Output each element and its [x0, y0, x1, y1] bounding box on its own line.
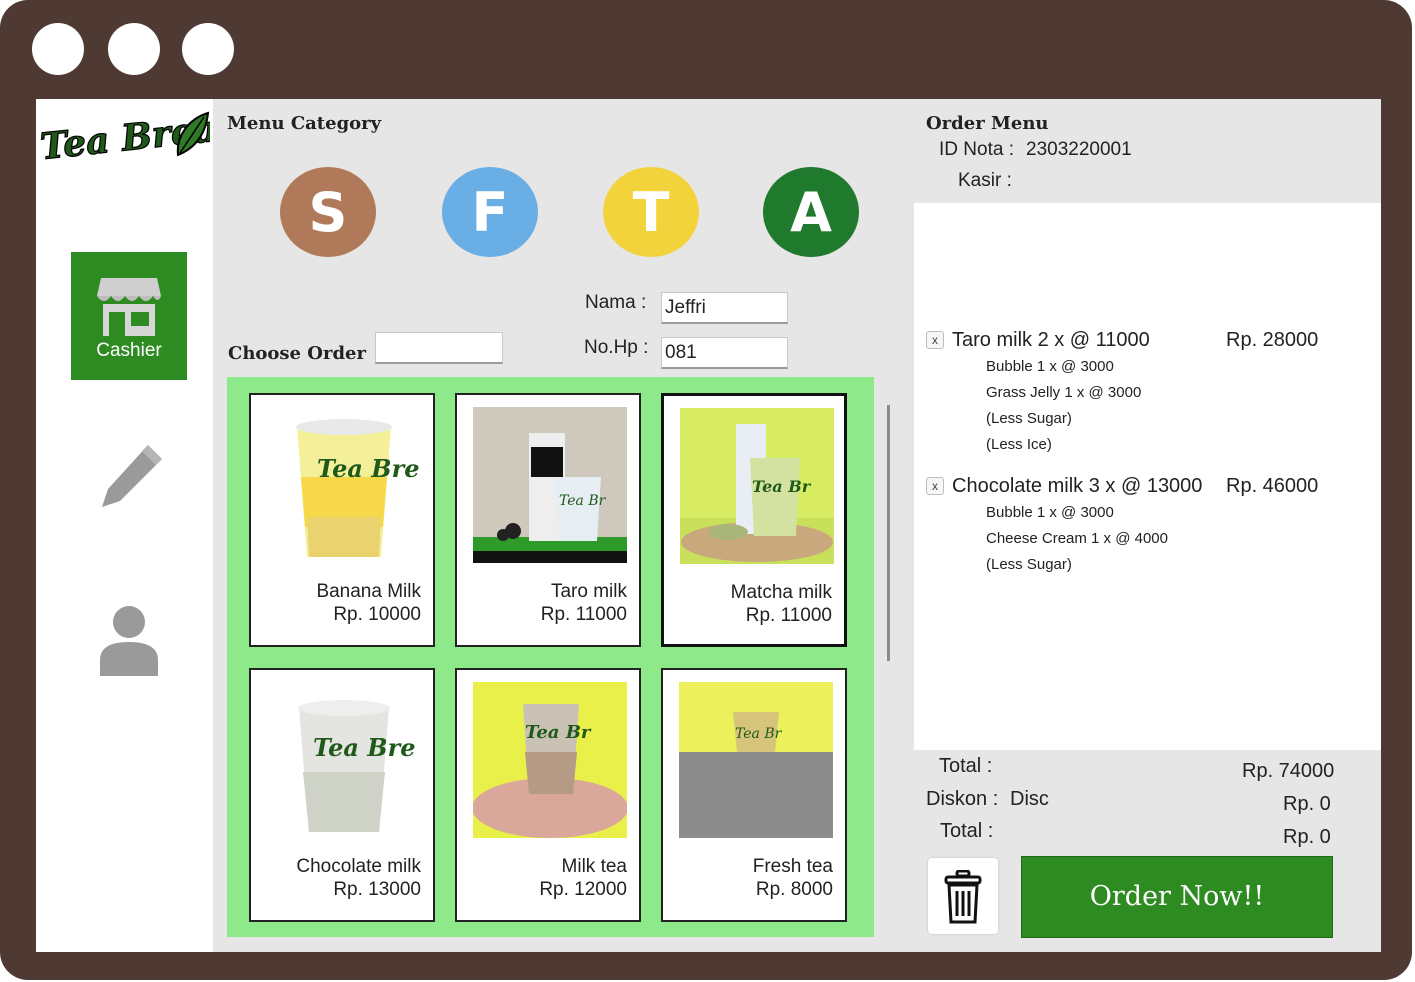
- close-icon: x: [932, 479, 938, 493]
- svg-text:Tea Bre: Tea Bre: [317, 454, 419, 483]
- name-field[interactable]: Jeffri: [661, 292, 788, 324]
- product-card-chocolate-milk[interactable]: Tea Bre Chocolate milk Rp. 13000: [249, 668, 435, 922]
- product-card-milk-tea[interactable]: Tea Br Milk tea Rp. 12000: [455, 668, 641, 922]
- svg-text:Tea Br: Tea Br: [559, 493, 607, 509]
- order-now-button[interactable]: Order Now!!: [1021, 856, 1333, 938]
- id-nota-value: 2303220001: [1026, 139, 1132, 160]
- product-name: Fresh tea: [752, 856, 833, 877]
- order-item-detail: (Less Sugar): [986, 410, 1072, 427]
- chocolate-milk-image: Tea Bre: [267, 682, 421, 838]
- svg-text:T: T: [633, 181, 670, 244]
- category-f-button[interactable]: F: [440, 165, 540, 259]
- order-item-price: Rp. 28000: [1226, 329, 1319, 351]
- product-grid: Tea Bre Banana Milk Rp. 10000 Tea Br Tar…: [227, 377, 874, 937]
- discount-value: Rp. 0: [1283, 793, 1331, 815]
- product-name: Taro milk: [550, 581, 627, 602]
- product-price: Rp. 11000: [745, 605, 832, 626]
- order-item-detail: Bubble 1 x @ 3000: [986, 504, 1114, 521]
- order-menu-title: Order Menu: [926, 113, 1049, 134]
- fresh-tea-image: Tea Br: [679, 682, 833, 838]
- clear-order-button[interactable]: [928, 858, 998, 934]
- product-price: Rp. 12000: [539, 879, 627, 900]
- svg-text:Tea Br: Tea Br: [752, 477, 812, 496]
- order-item-detail: Grass Jelly 1 x @ 3000: [986, 384, 1142, 401]
- category-t-icon: T: [603, 167, 699, 257]
- remove-item-button[interactable]: x: [926, 331, 944, 349]
- taro-milk-image: Tea Br: [473, 407, 627, 563]
- product-card-taro-milk[interactable]: Tea Br Taro milk Rp. 11000: [455, 393, 641, 647]
- nav-cashier[interactable]: Cashier: [71, 252, 187, 380]
- window-dot-3: [182, 23, 234, 75]
- product-card-matcha-milk[interactable]: Tea Br Matcha milk Rp. 11000: [661, 393, 847, 647]
- kasir-label: Kasir :: [958, 170, 1012, 191]
- tea-break-logo: Tea Break: [38, 107, 210, 167]
- order-item-detail: Bubble 1 x @ 3000: [986, 358, 1114, 375]
- svg-text:A: A: [790, 181, 832, 244]
- choose-order-field[interactable]: [375, 332, 503, 364]
- svg-text:Tea Br: Tea Br: [735, 726, 783, 742]
- category-s-button[interactable]: S: [278, 165, 378, 259]
- store-icon: [97, 278, 161, 336]
- product-card-fresh-tea[interactable]: Tea Br Fresh tea Rp. 8000: [661, 668, 847, 922]
- nav-cashier-label: Cashier: [96, 340, 162, 361]
- product-grid-scrollbar[interactable]: [887, 405, 890, 661]
- phone-field[interactable]: 081: [661, 337, 788, 369]
- order-list: x Taro milk 2 x @ 11000 Rp. 28000 Bubble…: [914, 203, 1381, 750]
- product-price: Rp. 13000: [333, 879, 421, 900]
- choose-order-label: Choose Order: [228, 343, 366, 364]
- user-icon[interactable]: [98, 602, 160, 676]
- svg-text:Tea Bre: Tea Bre: [313, 733, 415, 762]
- product-name: Matcha milk: [730, 582, 832, 603]
- order-item-price: Rp. 46000: [1226, 475, 1319, 497]
- trash-icon: [944, 870, 982, 924]
- total-value: Rp. 74000: [1242, 760, 1335, 782]
- discount-code[interactable]: Disc: [1010, 788, 1049, 811]
- svg-text:Tea Br: Tea Br: [525, 722, 592, 743]
- product-price: Rp. 10000: [333, 604, 421, 625]
- pencil-icon[interactable]: [96, 439, 168, 511]
- grand-total-value: Rp. 0: [1283, 826, 1331, 848]
- remove-item-button[interactable]: x: [926, 477, 944, 495]
- category-s-icon: S: [280, 167, 376, 257]
- window-dot-1: [32, 23, 84, 75]
- order-item-detail: (Less Sugar): [986, 556, 1072, 573]
- product-price: Rp. 8000: [755, 879, 833, 900]
- category-f-icon: F: [442, 167, 538, 257]
- banana-milk-image: Tea Bre: [267, 407, 421, 563]
- grand-total-label: Total :: [940, 820, 994, 842]
- svg-text:S: S: [309, 181, 348, 244]
- product-name: Chocolate milk: [296, 856, 421, 877]
- order-item-name: Taro milk 2 x @ 11000: [952, 329, 1150, 351]
- category-a-button[interactable]: A: [761, 165, 861, 259]
- product-name: Milk tea: [561, 856, 627, 877]
- id-nota-label: ID Nota :: [939, 139, 1014, 160]
- product-price: Rp. 11000: [540, 604, 627, 625]
- product-name: Banana Milk: [316, 581, 421, 602]
- window-frame: Tea Break Cashier Menu Category S F T A …: [0, 0, 1412, 980]
- order-item-detail: (Less Ice): [986, 436, 1052, 453]
- name-label: Nama :: [585, 292, 647, 313]
- close-icon: x: [932, 333, 938, 347]
- sidebar: Tea Break Cashier: [36, 99, 213, 952]
- order-item-name: Chocolate milk 3 x @ 13000: [952, 475, 1203, 497]
- milk-tea-image: Tea Br: [473, 682, 627, 838]
- total-label: Total :: [939, 755, 993, 777]
- category-a-icon: A: [763, 167, 859, 257]
- discount-label: Diskon :: [926, 788, 999, 810]
- matcha-milk-image: Tea Br: [680, 408, 834, 564]
- app-screen: Tea Break Cashier Menu Category S F T A …: [36, 99, 1381, 952]
- phone-label: No.Hp :: [584, 337, 649, 358]
- order-item-detail: Cheese Cream 1 x @ 4000: [986, 530, 1168, 547]
- menu-category-title: Menu Category: [227, 113, 382, 134]
- product-card-banana-milk[interactable]: Tea Bre Banana Milk Rp. 10000: [249, 393, 435, 647]
- svg-text:F: F: [472, 181, 509, 244]
- window-dot-2: [108, 23, 160, 75]
- category-t-button[interactable]: T: [601, 165, 701, 259]
